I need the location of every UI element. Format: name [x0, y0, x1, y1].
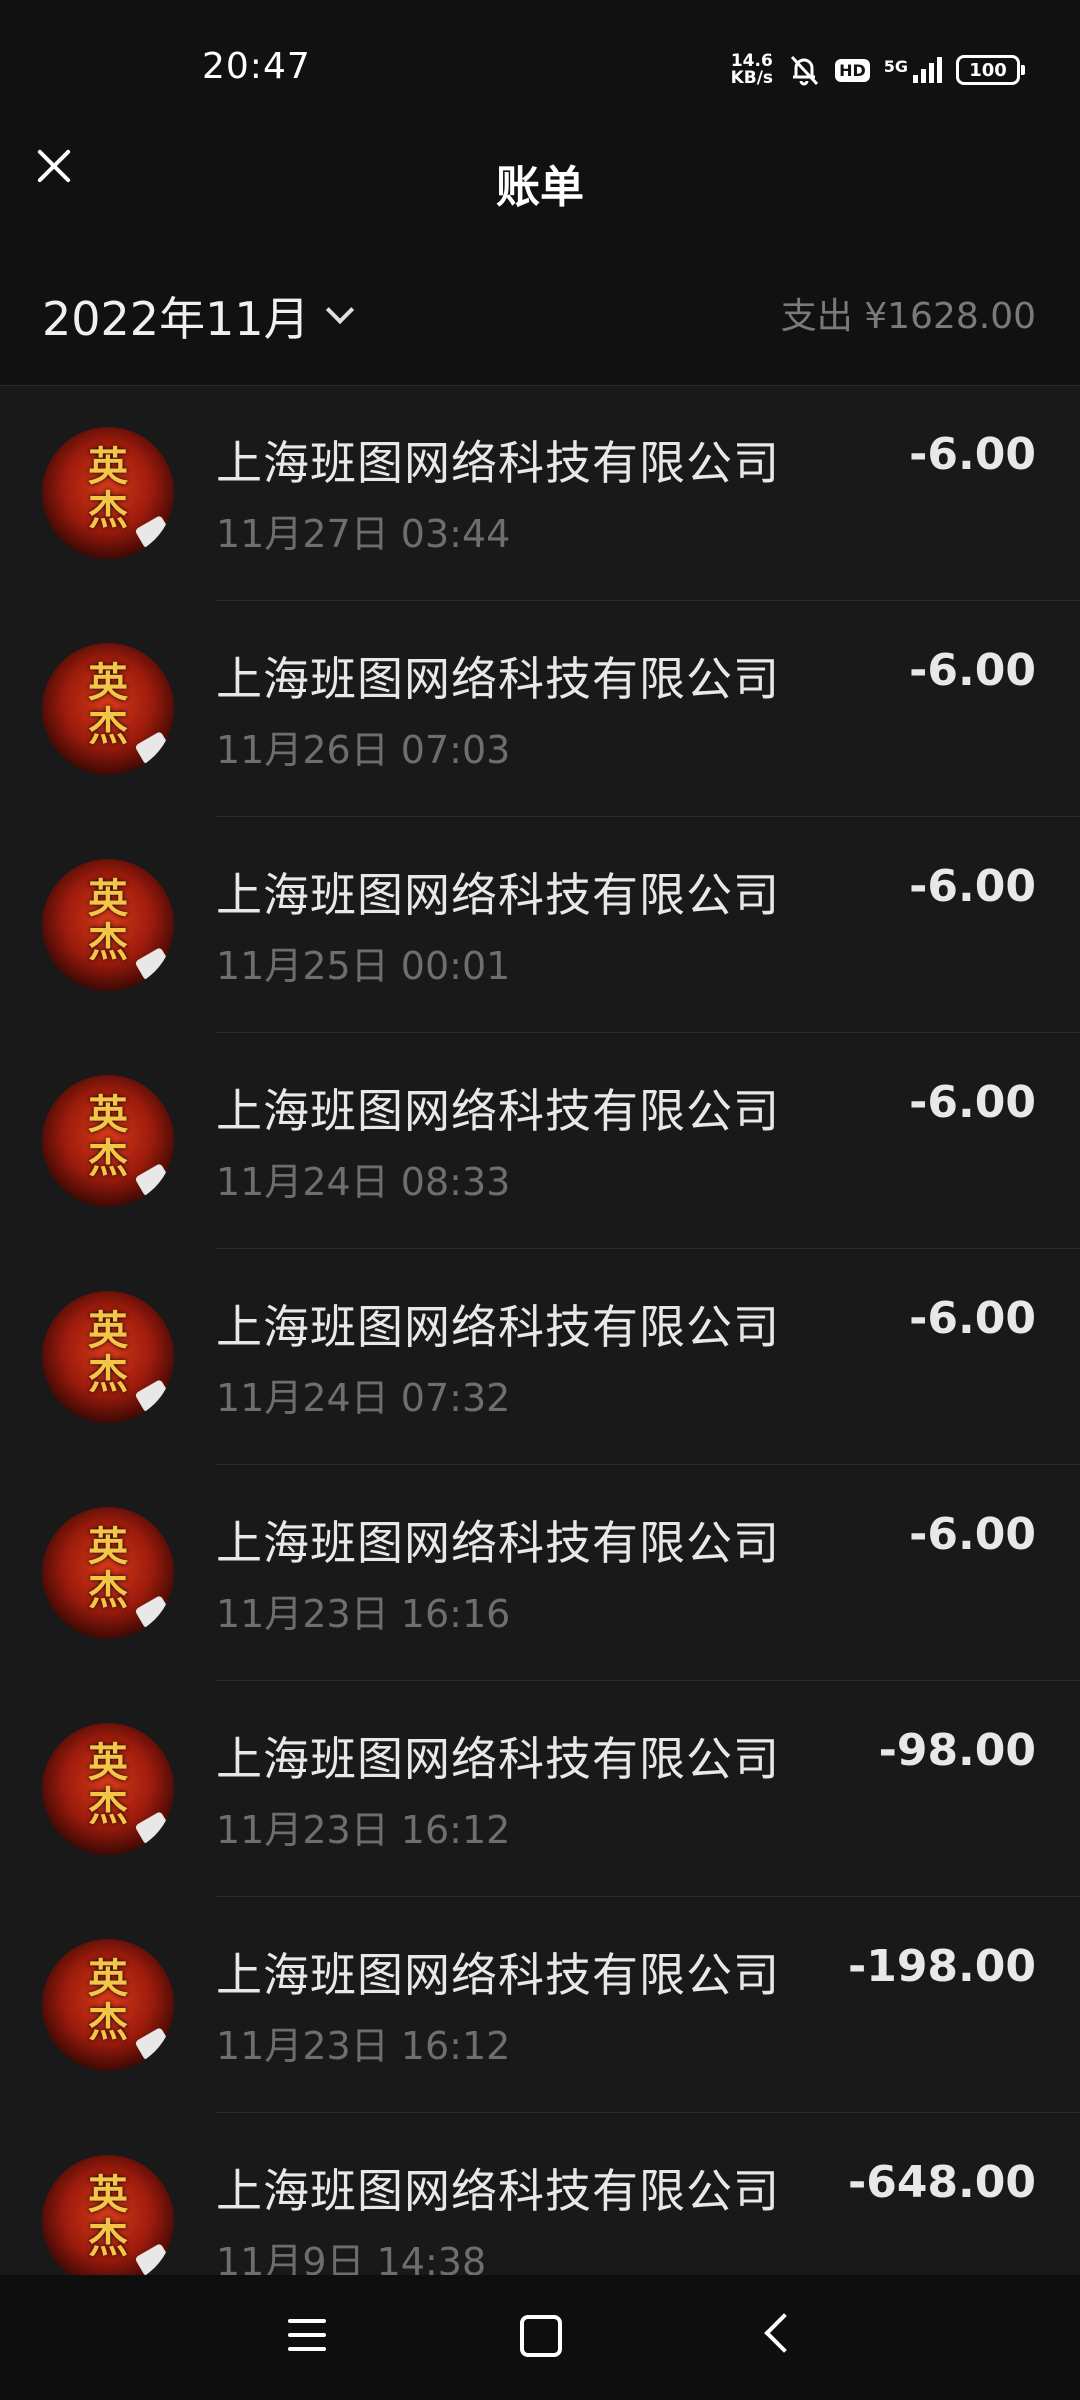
transaction-row[interactable]: 英杰上海班图网络科技有限公司 11月24日 07:32 -6.00 [0, 1249, 1080, 1465]
transaction-row[interactable]: 英杰上海班图网络科技有限公司 11月26日 07:03 -6.00 [0, 601, 1080, 817]
transaction-time: 11月23日 16:12 [216, 2024, 511, 2068]
back-icon[interactable] [764, 2313, 804, 2353]
transaction-amount: -6.00 [909, 1509, 1036, 1560]
month-filter-bar: 2022年11月 支出 ¥1628.00 [0, 235, 1080, 386]
battery-level: 100 [969, 59, 1007, 81]
transaction-time: 11月24日 07:32 [216, 1376, 511, 1420]
status-time: 20:47 [202, 46, 311, 87]
page-title: 账单 [496, 162, 584, 213]
merchant-avatar: 英杰 [42, 1723, 174, 1855]
merchant-name: 上海班图网络科技有限公司 [216, 1300, 780, 1354]
transaction-amount: -6.00 [909, 429, 1036, 480]
merchant-name: 上海班图网络科技有限公司 [216, 1084, 780, 1138]
merchant-name: 上海班图网络科技有限公司 [216, 652, 780, 706]
home-icon[interactable] [520, 2315, 562, 2357]
net-speed-unit: KB/s [730, 68, 774, 88]
transaction-time: 11月23日 16:12 [216, 1808, 511, 1852]
transaction-time: 11月26日 07:03 [216, 728, 511, 772]
transaction-time: 11月27日 03:44 [216, 512, 511, 556]
transaction-amount: -98.00 [878, 1725, 1036, 1776]
merchant-name: 上海班图网络科技有限公司 [216, 1732, 780, 1786]
merchant-avatar: 英杰 [42, 643, 174, 775]
system-nav-bar [0, 2275, 1080, 2400]
net-speed-icon: 14.6 KB/s [731, 53, 773, 87]
merchant-name: 上海班图网络科技有限公司 [216, 436, 780, 490]
merchant-avatar: 英杰 [42, 1075, 174, 1207]
transaction-row[interactable]: 英杰上海班图网络科技有限公司 11月23日 16:12 -98.00 [0, 1681, 1080, 1897]
hd-icon: HD [835, 58, 870, 82]
merchant-avatar: 英杰 [42, 2155, 174, 2287]
transaction-amount: -6.00 [909, 1077, 1036, 1128]
merchant-name: 上海班图网络科技有限公司 [216, 868, 780, 922]
merchant-name: 上海班图网络科技有限公司 [216, 1516, 780, 1570]
merchant-name: 上海班图网络科技有限公司 [216, 2164, 780, 2218]
transaction-amount: -198.00 [847, 1941, 1036, 1992]
transaction-row[interactable]: 英杰上海班图网络科技有限公司 11月23日 16:16 -6.00 [0, 1465, 1080, 1681]
transaction-amount: -6.00 [909, 645, 1036, 696]
transaction-time: 11月24日 08:33 [216, 1160, 511, 1204]
transaction-amount: -6.00 [909, 861, 1036, 912]
status-icons: 14.6 KB/s HD 5G 100 [731, 50, 1025, 90]
merchant-avatar: 英杰 [42, 1507, 174, 1639]
month-selector[interactable]: 2022年11月 [42, 283, 354, 349]
chevron-down-icon [325, 295, 354, 325]
status-bar: 20:47 14.6 KB/s HD 5G 100 [0, 0, 1080, 140]
bell-off-icon [790, 55, 819, 86]
transaction-list: 英杰上海班图网络科技有限公司 11月27日 03:44 -6.00 英杰上海班图网络科… [0, 385, 1080, 2329]
transaction-amount: -648.00 [847, 2157, 1036, 2208]
transaction-time: 11月23日 16:16 [216, 1592, 511, 1636]
transaction-row[interactable]: 英杰上海班图网络科技有限公司 11月27日 03:44 -6.00 [0, 385, 1080, 601]
transaction-time: 11月25日 00:01 [216, 944, 511, 988]
menu-icon[interactable] [288, 2317, 326, 2353]
merchant-avatar: 英杰 [42, 1939, 174, 2071]
network-type-label: 5G [883, 57, 908, 76]
merchant-avatar: 英杰 [42, 1291, 174, 1423]
signal-5g-icon: 5G [884, 57, 942, 83]
merchant-name: 上海班图网络科技有限公司 [216, 1948, 780, 2002]
expense-summary: 支出 ¥1628.00 [780, 296, 1036, 337]
merchant-avatar: 英杰 [42, 859, 174, 991]
battery-icon: 100 [956, 55, 1025, 85]
transaction-row[interactable]: 英杰上海班图网络科技有限公司 11月24日 08:33 -6.00 [0, 1033, 1080, 1249]
merchant-avatar: 英杰 [42, 427, 174, 559]
transaction-row[interactable]: 英杰上海班图网络科技有限公司 11月23日 16:12 -198.00 [0, 1897, 1080, 2113]
month-label: 2022年11月 [42, 292, 310, 346]
transaction-row[interactable]: 英杰上海班图网络科技有限公司 11月25日 00:01 -6.00 [0, 817, 1080, 1033]
transaction-amount: -6.00 [909, 1293, 1036, 1344]
